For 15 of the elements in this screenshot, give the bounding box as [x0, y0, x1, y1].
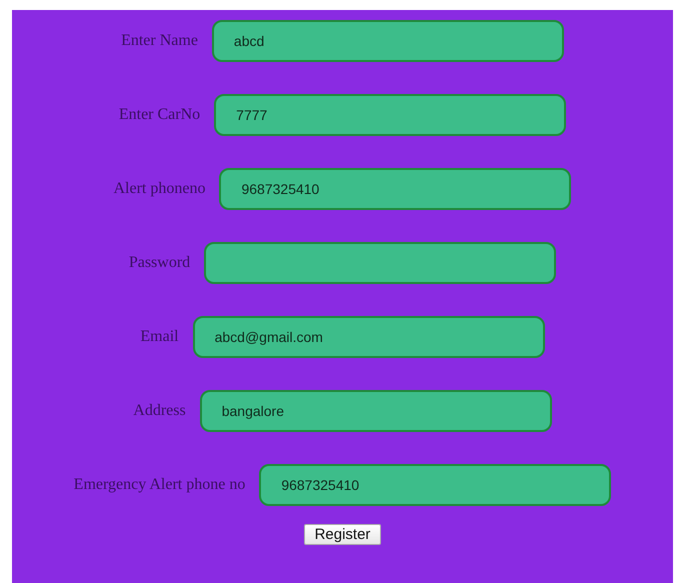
field-label: Enter CarNo [118, 106, 200, 124]
input-field[interactable]: abcd@gmail.com [192, 316, 545, 358]
field-label: Password [128, 254, 190, 272]
field-label: Alert phoneno [114, 180, 206, 198]
field-label: Address [133, 402, 186, 420]
field-label: Emergency Alert phone no [74, 476, 246, 494]
input-field[interactable]: abcd [212, 20, 564, 62]
input-field[interactable]: 9687325410 [219, 168, 572, 210]
input-field[interactable] [204, 242, 556, 284]
field-label: Email [140, 328, 179, 346]
register-button[interactable]: Register [304, 524, 382, 545]
field-label: Enter Name [121, 32, 198, 50]
input-field[interactable]: 9687325410 [259, 464, 612, 506]
input-field[interactable]: bangalore [200, 390, 552, 432]
input-field[interactable]: 7777 [214, 94, 566, 136]
